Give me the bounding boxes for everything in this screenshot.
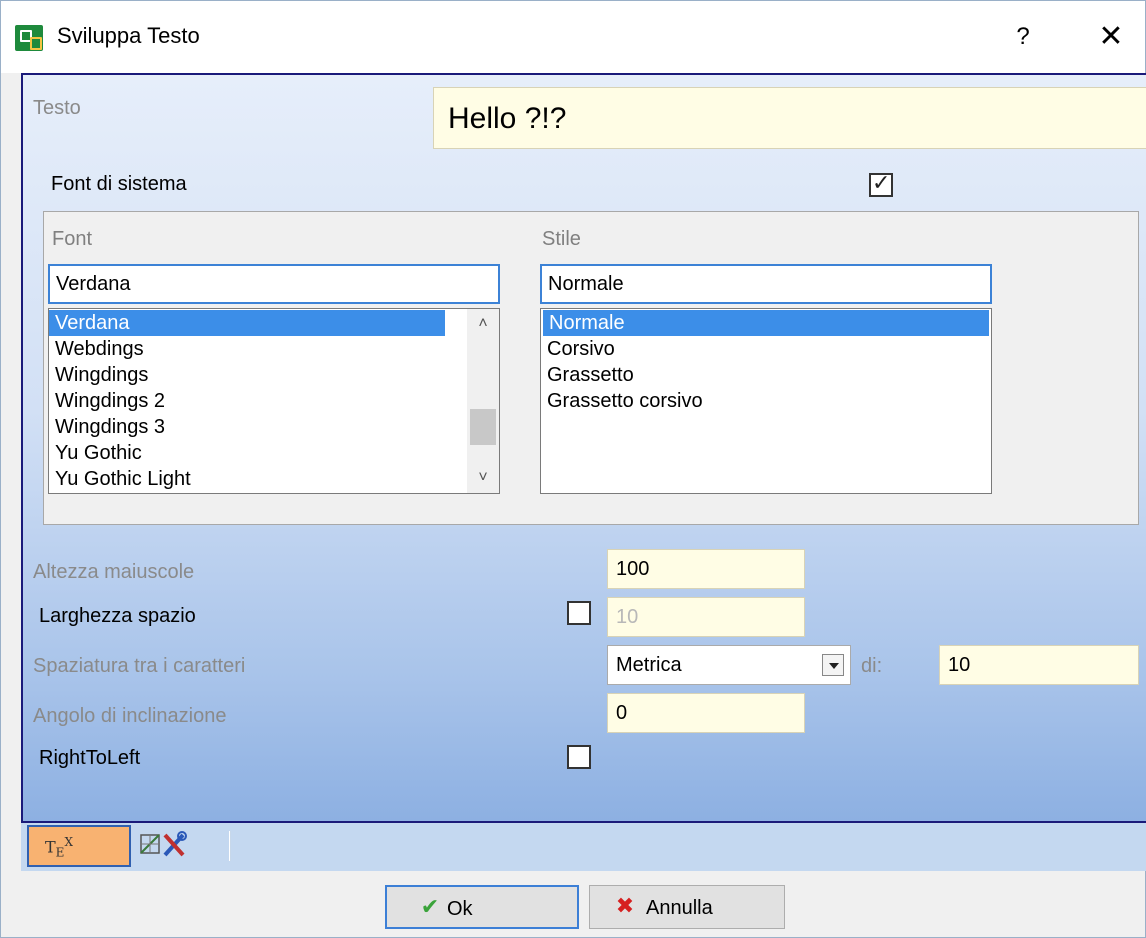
font-groupbox: Font Stile Verdana Normale Verdana Webdi… (43, 211, 1139, 525)
text-label: Testo (33, 97, 81, 119)
style-list-item[interactable]: Corsivo (541, 336, 991, 362)
style-list-item[interactable]: Grassetto (541, 362, 991, 388)
cap-height-label: Altezza maiuscole (33, 561, 195, 583)
tools-icon (140, 831, 187, 857)
space-width-input: 10 (607, 597, 805, 637)
char-spacing-select[interactable]: Metrica (607, 645, 851, 685)
system-font-label: Font di sistema (51, 173, 187, 195)
font-label: Font (52, 228, 93, 250)
tab-bar: TEX (21, 823, 1146, 871)
font-scrollbar[interactable]: ˄ ˅ (467, 309, 499, 493)
system-font-checkbox[interactable] (869, 171, 893, 197)
char-spacing-of-label: di: (861, 655, 883, 677)
cancel-button-label: Annulla (646, 897, 713, 919)
font-list-item[interactable]: Yu Gothic (49, 440, 499, 466)
font-list-item[interactable]: Yu Gothic Light (49, 466, 499, 492)
style-input[interactable]: Normale (540, 264, 992, 304)
font-list-item[interactable]: Wingdings (49, 362, 499, 388)
text-input[interactable]: Hello ?!? (433, 87, 1146, 149)
scroll-up-icon[interactable]: ˄ (467, 309, 499, 339)
rtl-checkbox[interactable] (567, 745, 591, 769)
font-list-item[interactable]: Wingdings 3 (49, 414, 499, 440)
ok-button[interactable]: ✔ Ok (385, 885, 579, 929)
slant-angle-input[interactable]: 0 (607, 693, 805, 733)
chevron-down-icon[interactable] (822, 654, 844, 676)
style-list-item[interactable]: Grassetto corsivo (541, 388, 991, 414)
scroll-thumb[interactable] (470, 409, 496, 445)
scroll-down-icon[interactable]: ˅ (467, 463, 499, 493)
style-listbox[interactable]: Normale Corsivo Grassetto Grassetto cors… (540, 308, 992, 494)
ok-button-label: Ok (447, 898, 473, 920)
tab-tools[interactable] (135, 825, 215, 867)
char-spacing-value-input[interactable]: 10 (939, 645, 1139, 685)
char-spacing-mode: Metrica (616, 654, 682, 676)
rtl-label: RightToLeft (39, 747, 141, 769)
style-list-item[interactable]: Normale (543, 310, 989, 336)
help-button[interactable]: ? (1001, 17, 1045, 57)
close-button[interactable]: ✕ (1089, 17, 1133, 57)
title-bar: Sviluppa Testo ? ✕ (1, 1, 1145, 73)
space-width-label: Larghezza spazio (39, 605, 196, 627)
font-input[interactable]: Verdana (48, 264, 500, 304)
slant-angle-label: Angolo di inclinazione (33, 705, 227, 727)
window-title: Sviluppa Testo (57, 23, 200, 48)
cap-height-input[interactable]: 100 (607, 549, 805, 589)
space-width-checkbox[interactable] (567, 601, 591, 625)
text-tab-icon: TEX (45, 835, 73, 860)
font-list-item[interactable]: Webdings (49, 336, 499, 362)
font-listbox[interactable]: Verdana Webdings Wingdings Wingdings 2 W… (48, 308, 500, 494)
font-list-item[interactable]: Wingdings 2 (49, 388, 499, 414)
style-label: Stile (542, 228, 581, 250)
cross-icon: ✖ (615, 894, 635, 919)
tab-text[interactable]: TEX (27, 825, 131, 867)
dialog-window: Sviluppa Testo ? ✕ Testo Hello ?!? Font … (0, 0, 1146, 938)
main-panel: Testo Hello ?!? Font di sistema Font Sti… (21, 73, 1146, 823)
cancel-button[interactable]: ✖ Annulla (589, 885, 785, 929)
char-spacing-label: Spaziatura tra i caratteri (33, 655, 246, 677)
app-icon (15, 25, 43, 51)
checkmark-icon: ✔ (420, 895, 440, 920)
font-list-item[interactable]: Verdana (49, 310, 445, 336)
tab-separator (229, 831, 231, 861)
